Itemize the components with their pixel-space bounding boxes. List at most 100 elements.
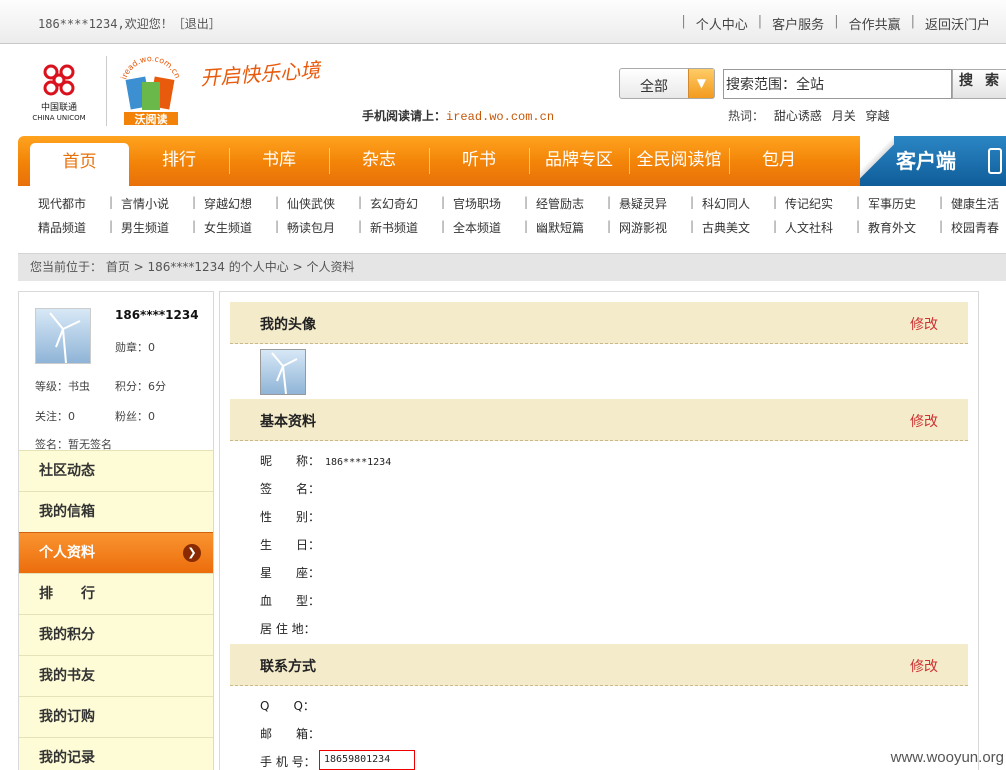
link-cooperation[interactable]: 合作共赢: [849, 14, 901, 33]
nav-item-brand[interactable]: 品牌专区: [529, 136, 629, 186]
separator: |: [939, 219, 944, 233]
field-label: 居 住 地：: [260, 622, 316, 636]
subnav-item[interactable]: 教育外文: [868, 219, 939, 236]
avatar[interactable]: [35, 308, 91, 364]
nav-item-monthly[interactable]: 包月: [729, 136, 829, 186]
subnav-item[interactable]: 校园青春: [951, 219, 1006, 236]
breadcrumb: 您当前位于： 首页 > 186****1234 的个人中心 > 个人资料: [18, 253, 1006, 281]
separator: |: [109, 195, 114, 209]
search-input[interactable]: [723, 69, 952, 99]
subnav-row-2: 精品频道 | 男生频道 | 女生频道 | 畅读包月 | 新书频道 | 全本频道 | 幽默短篇…: [38, 219, 1006, 236]
sidebar-item-points[interactable]: 我的积分: [19, 614, 213, 655]
nav-item-library[interactable]: 书库: [229, 136, 329, 186]
subnav-item[interactable]: 新书频道: [370, 219, 441, 236]
subnav-item[interactable]: 古典美文: [702, 219, 773, 236]
sidebar-item-orders[interactable]: 我的订购: [19, 696, 213, 737]
subnav-item[interactable]: 官场职场: [453, 195, 524, 212]
brand-name-en: CHINA UNICOM: [32, 114, 86, 122]
watermark: www.wooyun.org: [890, 749, 1004, 766]
section-title: 我的头像: [260, 317, 316, 333]
fans-count[interactable]: 粉丝：0: [115, 408, 155, 424]
subnav-item[interactable]: 畅读包月: [287, 219, 358, 236]
divider: [106, 56, 107, 126]
follow-count[interactable]: 关注：0: [35, 408, 75, 424]
hot-word[interactable]: 穿越: [866, 109, 890, 123]
woread-logo[interactable]: iread.wo.com.cn 沃阅读: [118, 54, 184, 126]
nav-item-rank[interactable]: 排行: [129, 136, 229, 186]
subnav-item[interactable]: 言情小说: [121, 195, 192, 212]
hot-label: 热词：: [728, 109, 765, 123]
search-button[interactable]: 搜索: [952, 69, 1006, 99]
subnav-item[interactable]: 网游影视: [619, 219, 690, 236]
sidebar-item-mailbox[interactable]: 我的信箱: [19, 491, 213, 532]
category-select[interactable]: 全部 ▼: [619, 68, 715, 99]
mobile-tip-url[interactable]: iread.wo.com.cn: [446, 110, 554, 124]
subnav-item[interactable]: 悬疑灵异: [619, 195, 690, 212]
sidebar-item-bookfriends[interactable]: 我的书友: [19, 655, 213, 696]
subnav-item[interactable]: 幽默短篇: [536, 219, 607, 236]
welcome-text[interactable]: 186****1234,欢迎您！［退出］: [38, 15, 221, 32]
subnav-item[interactable]: 精品频道: [38, 219, 109, 236]
main-nav: 首页 排行 书库 杂志 听书 品牌专区 全民阅读馆 包月 客户端: [18, 136, 1006, 186]
subnav-item[interactable]: 玄幻奇幻: [370, 195, 441, 212]
subnav-item[interactable]: 现代都市: [38, 195, 109, 212]
subnav-item[interactable]: 健康生活: [951, 195, 1006, 212]
subnav-item[interactable]: 人文社科: [785, 219, 856, 236]
subnav-item[interactable]: 经管励志: [536, 195, 607, 212]
subnav-item[interactable]: 军事历史: [868, 195, 939, 212]
field-label: 昵 称：: [260, 454, 321, 468]
phone-icon: [988, 148, 1002, 174]
sidebar-item-community[interactable]: 社区动态: [19, 450, 213, 491]
top-links: | 个人中心 | 客户服务 | 合作共赢 | 返回沃门户: [671, 14, 990, 33]
subnav-item[interactable]: 男生频道: [121, 219, 192, 236]
edit-contact-link[interactable]: 修改: [910, 656, 938, 676]
avatar: [260, 349, 306, 395]
phone-number-highlight: 18659801234: [319, 750, 415, 770]
section-title: 联系方式: [260, 659, 316, 675]
subnav-item[interactable]: 仙侠武侠: [287, 195, 358, 212]
page-curl-decor: [860, 136, 894, 186]
sidebar-item-records[interactable]: 我的记录: [19, 737, 213, 770]
link-back-portal[interactable]: 返回沃门户: [925, 14, 990, 33]
nav-item-audiobook[interactable]: 听书: [429, 136, 529, 186]
profile-summary: 186****1234 勋章：0 等级：书虫 积分：6分 关注：0 粉丝：0 签…: [19, 292, 213, 451]
field-birthday: 生 日：: [260, 536, 325, 553]
hot-word[interactable]: 甜心诱惑: [774, 109, 822, 123]
category-value: 全部: [640, 79, 668, 95]
sidebar-item-profile[interactable]: 个人资料 ❯: [19, 532, 213, 573]
separator: |: [192, 219, 197, 233]
field-label: 性 别：: [260, 510, 321, 524]
chevron-down-icon[interactable]: ▼: [688, 69, 714, 98]
nav-item-reading-hall[interactable]: 全民阅读馆: [629, 136, 729, 186]
field-value: 186****1234: [325, 457, 392, 468]
subnav-item[interactable]: 全本频道: [453, 219, 524, 236]
nav-item-magazine[interactable]: 杂志: [329, 136, 429, 186]
arrow-right-icon: ❯: [183, 544, 201, 562]
subnav-item[interactable]: 传记纪实: [785, 195, 856, 212]
link-customer-service[interactable]: 客户服务: [772, 14, 824, 33]
edit-basic-link[interactable]: 修改: [910, 411, 938, 431]
separator: |: [441, 219, 446, 233]
link-personal-center[interactable]: 个人中心: [696, 14, 748, 33]
field-signature: 签 名：: [260, 480, 325, 497]
separator: |: [275, 219, 280, 233]
separator: |: [939, 195, 944, 209]
logo-arc-text: iread.wo.com.cn: [119, 54, 182, 81]
client-download-tab[interactable]: 客户端: [860, 136, 1006, 186]
field-qq: Q Q：: [260, 697, 325, 714]
svg-text:iread.wo.com.cn: iread.wo.com.cn: [119, 56, 182, 81]
field-email: 邮 箱：: [260, 725, 325, 742]
field-gender: 性 别：: [260, 508, 325, 525]
hot-word[interactable]: 月关: [832, 109, 856, 123]
sidebar-item-ranking[interactable]: 排 行: [19, 573, 213, 614]
separator: |: [358, 219, 363, 233]
subnav-item[interactable]: 科幻同人: [702, 195, 773, 212]
separator: |: [856, 219, 861, 233]
nav-home-tab[interactable]: 首页: [30, 143, 129, 186]
subnav-item[interactable]: 女生频道: [204, 219, 275, 236]
separator: |: [757, 14, 763, 29]
edit-avatar-link[interactable]: 修改: [910, 314, 938, 334]
section-title: 基本资料: [260, 414, 316, 430]
separator: |: [910, 14, 915, 29]
subnav-item[interactable]: 穿越幻想: [204, 195, 275, 212]
